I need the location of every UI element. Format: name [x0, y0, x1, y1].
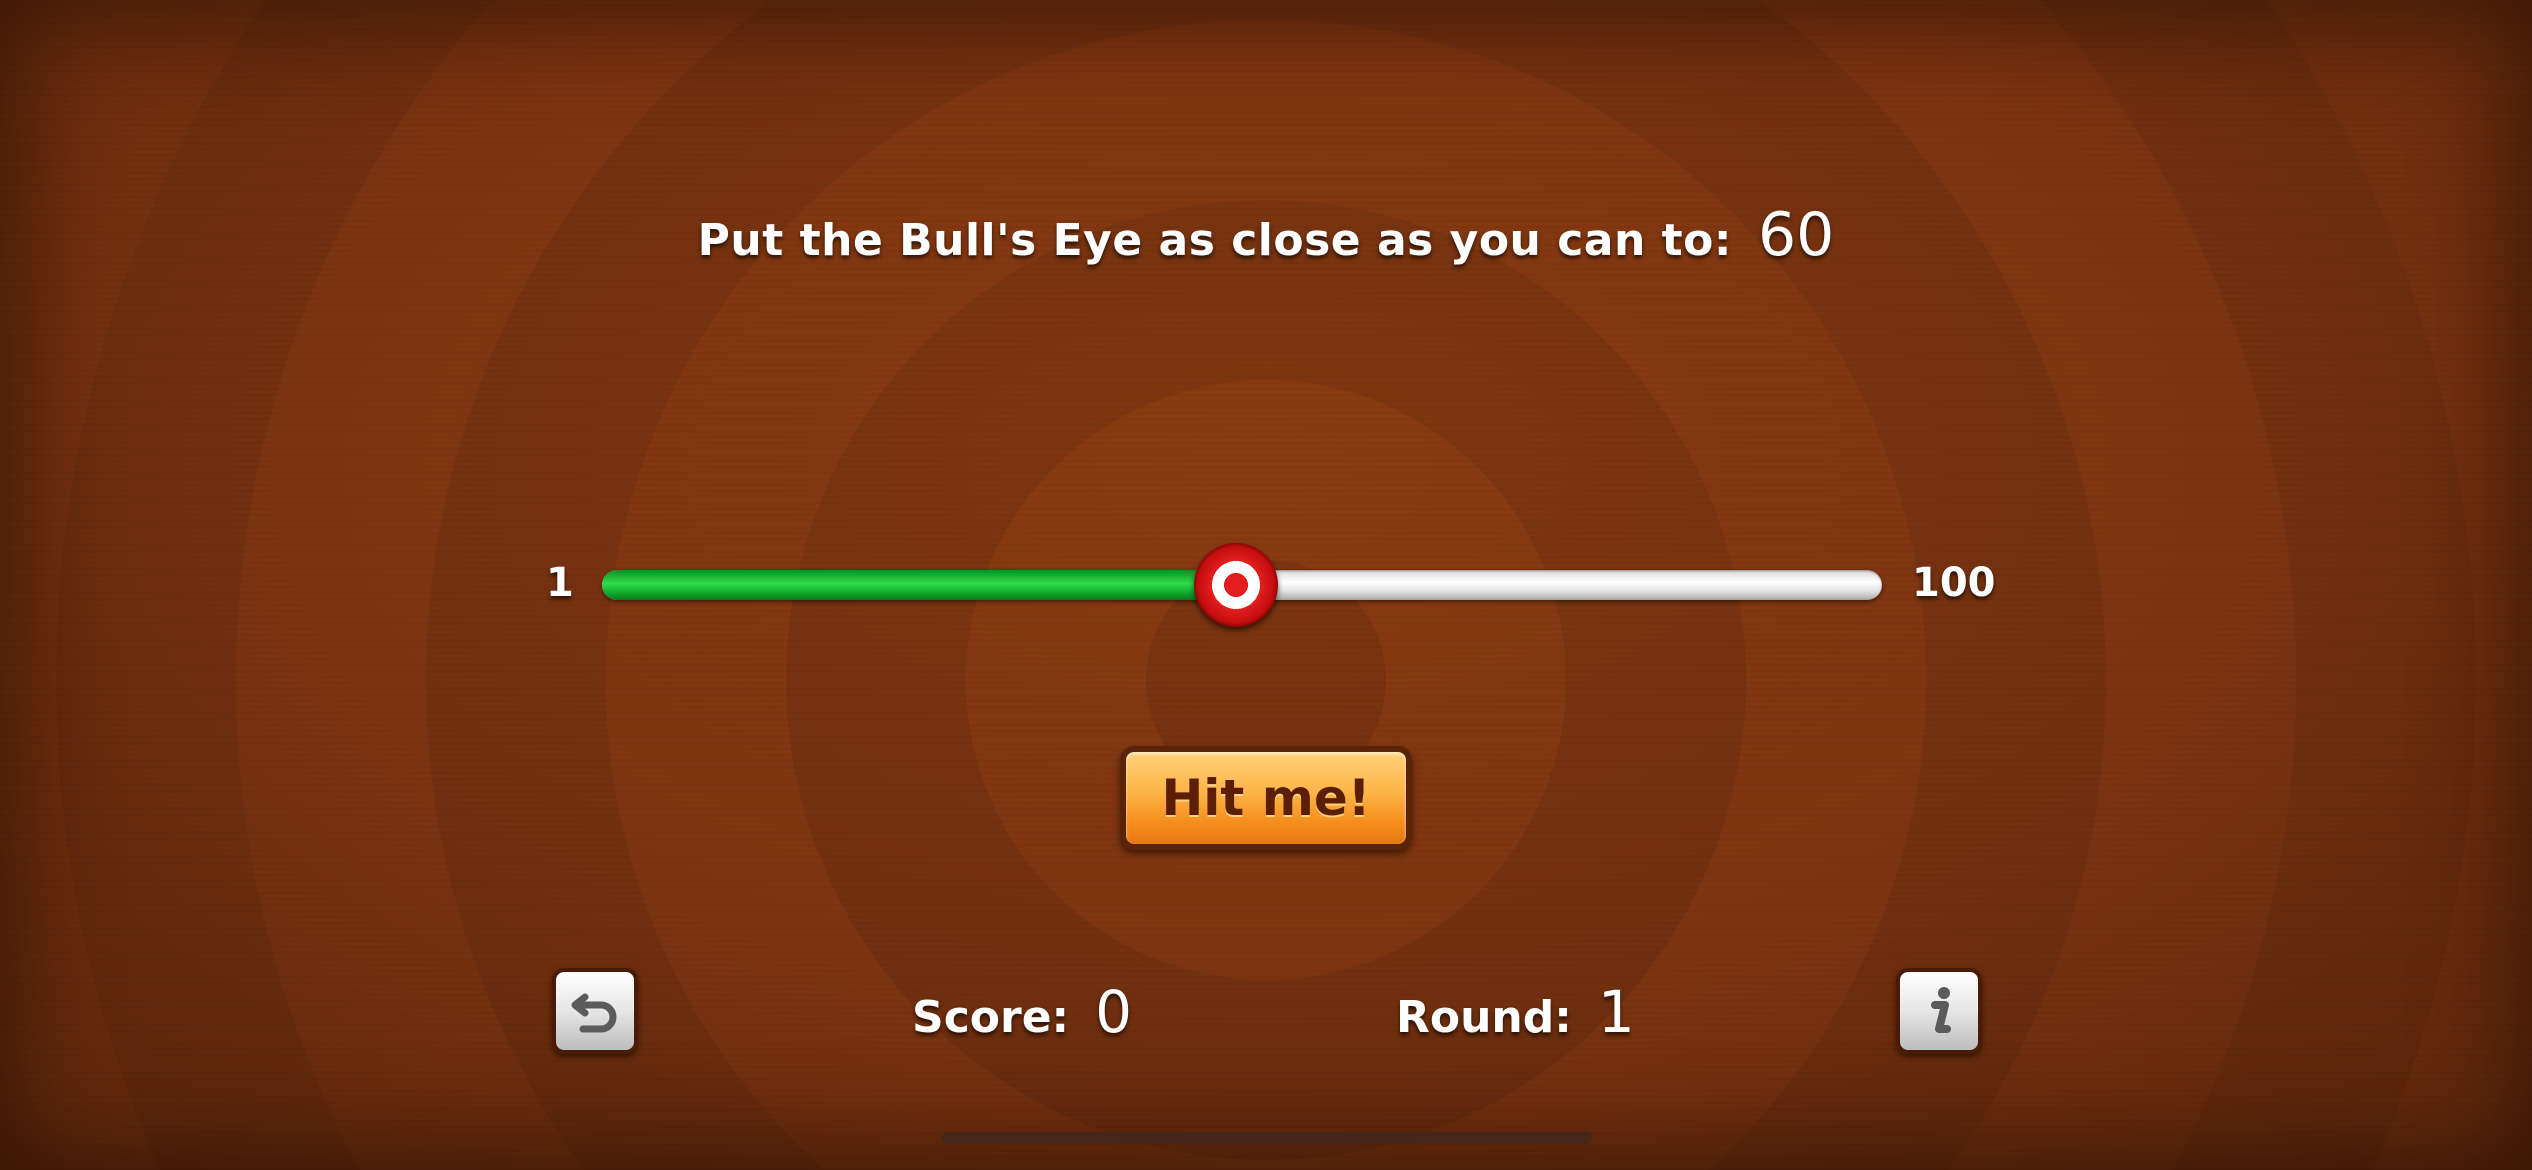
info-button[interactable] [1896, 968, 1982, 1054]
score-value: 0 [1095, 978, 1133, 1046]
slider-track-fill [602, 570, 1236, 600]
target-value: 60 [1757, 200, 1835, 270]
target-label: Put the Bull's Eye as close as you can t… [697, 215, 1732, 266]
home-indicator[interactable] [942, 1132, 1592, 1144]
score-label: Score: [912, 992, 1070, 1043]
restart-button[interactable] [552, 968, 638, 1054]
round-value: 1 [1597, 978, 1635, 1046]
bullseye-slider[interactable]: 1 100 [530, 540, 2010, 630]
bullseye-icon[interactable] [1193, 543, 1278, 627]
round-display: Round: 1 [1396, 978, 1635, 1046]
hit-me-button[interactable]: Hit me! [1120, 746, 1412, 850]
info-icon [1931, 987, 1951, 1033]
score-display: Score: 0 [912, 978, 1132, 1046]
restart-icon [571, 993, 617, 1033]
target-prompt: Put the Bull's Eye as close as you can t… [0, 200, 2532, 270]
round-label: Round: [1396, 992, 1572, 1043]
slider-min-label: 1 [546, 560, 574, 606]
slider-max-label: 100 [1912, 560, 1996, 606]
